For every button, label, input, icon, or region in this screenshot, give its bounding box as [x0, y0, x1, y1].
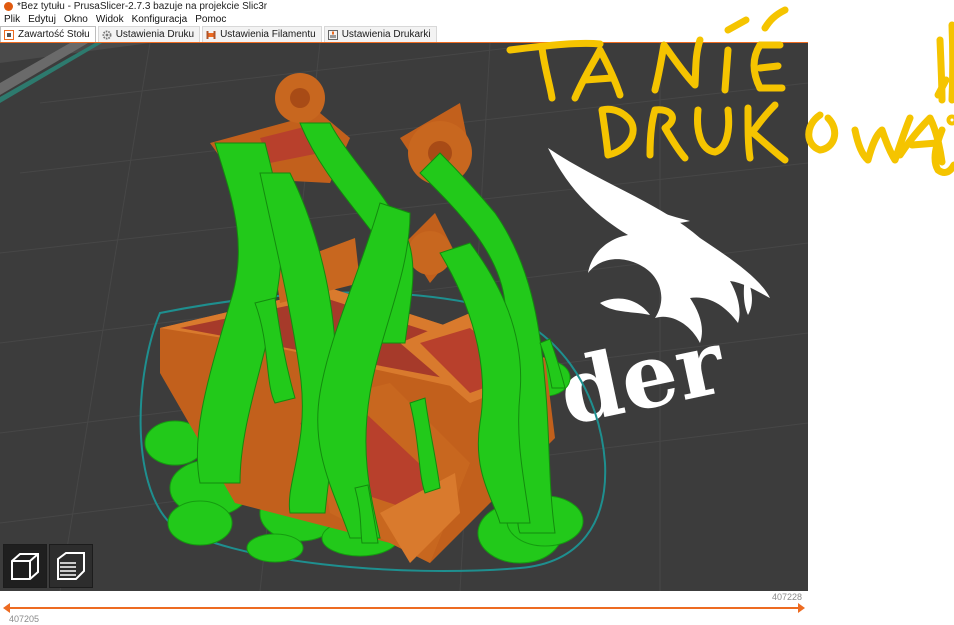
tab-plater-label: Zawartość Stołu — [18, 29, 90, 40]
tab-filament-settings-label: Ustawienia Filamentu — [220, 29, 316, 40]
slider-top-value: 407228 — [771, 592, 802, 602]
layers-view-icon — [57, 552, 85, 580]
tab-printer-settings[interactable]: Ustawienia Drukarki — [323, 26, 437, 42]
3d-view-button[interactable] — [3, 544, 47, 588]
menu-help[interactable]: Pomoc — [195, 14, 226, 25]
tab-print-settings[interactable]: Ustawienia Druku — [97, 26, 201, 42]
title-bar: *Bez tytułu - PrusaSlicer-2.7.3 bazuje n… — [0, 0, 808, 13]
layers-view-button[interactable] — [49, 544, 93, 588]
slider-left-thumb[interactable] — [3, 603, 10, 613]
scene-canvas: der — [0, 43, 808, 591]
prusaslicer-app-icon — [4, 2, 13, 11]
plater-icon — [4, 29, 14, 40]
gear-icon — [102, 30, 112, 39]
tab-bar: Zawartość Stołu Ustawienia Druku Ustawie… — [0, 25, 808, 44]
tab-filament-settings[interactable]: Ustawienia Filamentu — [202, 26, 322, 42]
tab-plater[interactable]: Zawartość Stołu — [0, 26, 96, 42]
3d-view-icon — [11, 553, 39, 580]
slider-bottom-value: 407205 — [9, 614, 40, 624]
view-mode-toolbar — [3, 544, 93, 588]
3d-scene-viewport[interactable]: der — [0, 43, 808, 591]
tab-print-settings-label: Ustawienia Druku — [115, 29, 195, 40]
horizontal-move-slider[interactable] — [3, 603, 805, 613]
slider-track — [7, 607, 801, 609]
menu-configuration[interactable]: Konfiguracja — [132, 14, 188, 25]
tab-printer-settings-label: Ustawienia Drukarki — [341, 29, 431, 40]
printer-icon — [327, 29, 338, 40]
slider-right-thumb[interactable] — [798, 603, 805, 613]
spool-icon — [206, 30, 216, 39]
window-title: *Bez tytułu - PrusaSlicer-2.7.3 bazuje n… — [17, 1, 268, 12]
menu-edit[interactable]: Edytuj — [28, 14, 56, 25]
menu-file[interactable]: Plik — [4, 14, 20, 25]
menu-bar: Plik Edytuj Okno Widok Konfiguracja Pomo… — [0, 13, 234, 25]
menu-window[interactable]: Okno — [64, 14, 88, 25]
menu-view[interactable]: Widok — [96, 14, 124, 25]
